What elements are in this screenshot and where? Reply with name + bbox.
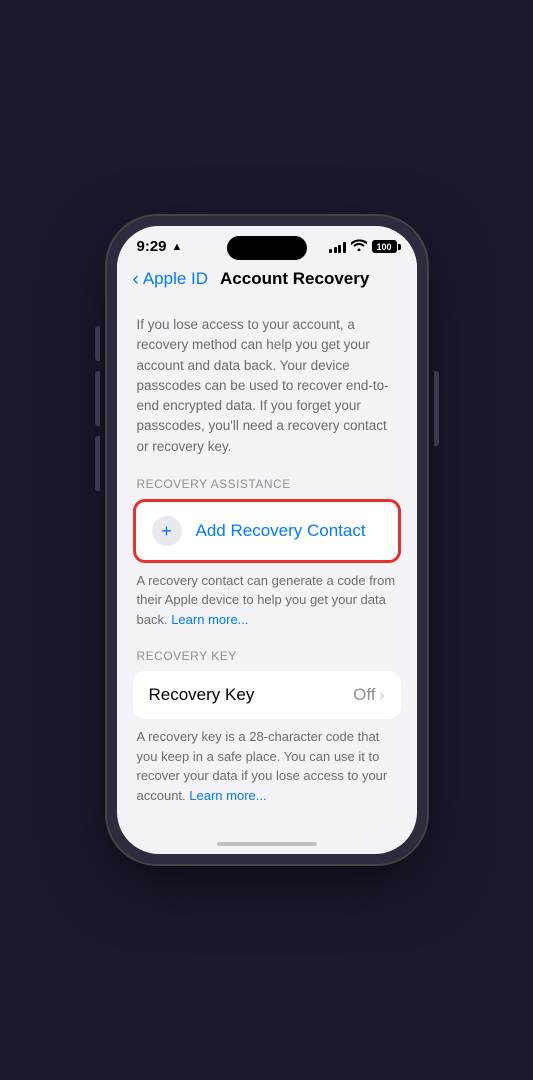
- chevron-right-icon: ›: [380, 687, 385, 704]
- recovery-key-card[interactable]: Recovery Key Off ›: [133, 671, 401, 719]
- add-contact-label: Add Recovery Contact: [196, 521, 366, 541]
- recovery-key-learn-more[interactable]: Learn more...: [189, 788, 266, 803]
- recovery-key-section-label: RECOVERY KEY: [133, 649, 401, 663]
- back-chevron-icon: ‹: [133, 270, 139, 289]
- recovery-key-value: Off: [353, 685, 375, 705]
- navigation-bar: ‹ Apple ID Account Recovery: [117, 261, 417, 299]
- intro-description: If you lose access to your account, a re…: [133, 315, 401, 457]
- volume-down-top-button[interactable]: [95, 371, 100, 426]
- location-icon: ▲: [172, 241, 183, 253]
- wifi-icon: [351, 239, 367, 254]
- status-time-area: 9:29 ▲: [137, 238, 183, 255]
- add-recovery-contact-card[interactable]: + Add Recovery Contact: [133, 499, 401, 563]
- back-button[interactable]: ‹ Apple ID: [133, 269, 209, 289]
- status-indicators: 100: [329, 239, 397, 254]
- recovery-contact-learn-more[interactable]: Learn more...: [171, 612, 248, 627]
- battery-icon: 100: [372, 240, 397, 253]
- signal-icon: [329, 241, 346, 253]
- dynamic-island: [227, 236, 307, 260]
- plus-icon: +: [161, 522, 172, 540]
- recovery-key-description: A recovery key is a 28-character code th…: [133, 727, 401, 805]
- volume-down-bottom-button[interactable]: [95, 436, 100, 491]
- add-recovery-contact-button[interactable]: + Add Recovery Contact: [133, 499, 401, 563]
- back-label: Apple ID: [143, 269, 208, 289]
- status-time: 9:29: [137, 238, 167, 255]
- add-icon-circle: +: [152, 516, 182, 546]
- main-content: If you lose access to your account, a re…: [117, 299, 417, 826]
- recovery-key-value-row: Off ›: [353, 685, 384, 705]
- home-bar: [217, 842, 317, 846]
- recovery-key-label: Recovery Key: [149, 685, 255, 705]
- power-button[interactable]: [434, 371, 439, 446]
- volume-up-button[interactable]: [95, 326, 100, 361]
- page-title: Account Recovery: [220, 269, 369, 289]
- recovery-assistance-label: RECOVERY ASSISTANCE: [133, 477, 401, 491]
- phone-screen: 9:29 ▲ 100: [117, 226, 417, 854]
- recovery-key-row[interactable]: Recovery Key Off ›: [133, 671, 401, 719]
- home-indicator: [117, 826, 417, 854]
- recovery-key-section: RECOVERY KEY Recovery Key Off › A recove…: [133, 649, 401, 805]
- recovery-contact-description: A recovery contact can generate a code f…: [133, 571, 401, 630]
- phone-frame: 9:29 ▲ 100: [107, 216, 427, 864]
